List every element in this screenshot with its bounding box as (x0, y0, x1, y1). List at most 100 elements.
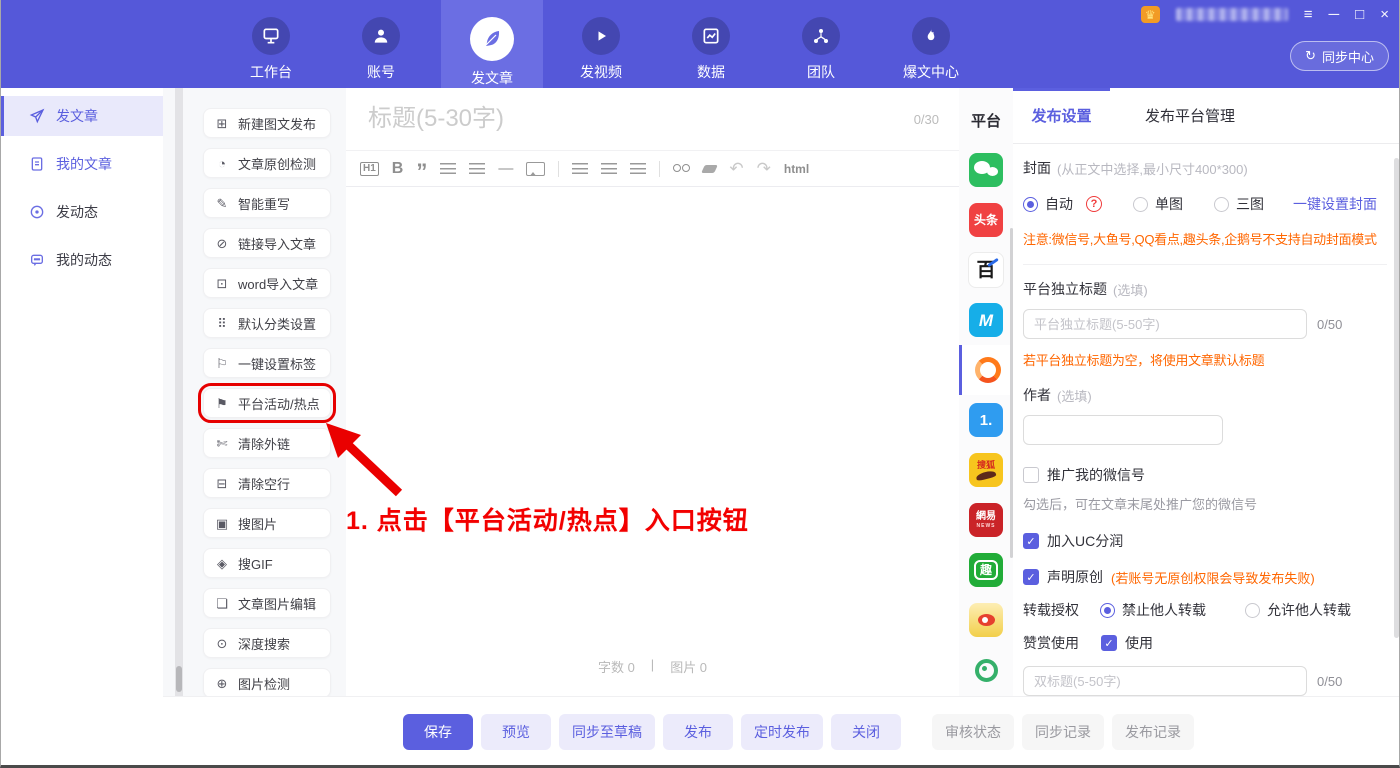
close-button[interactable]: 关闭 (831, 714, 901, 750)
sync-record-button[interactable]: 同步记录 (1022, 714, 1104, 750)
nav-tab-data[interactable]: 数据 (671, 0, 751, 102)
nav-tab-hot-center[interactable]: 爆文中心 (891, 0, 971, 102)
double-title-input[interactable] (1023, 666, 1307, 696)
tab-publish-settings[interactable]: 发布设置 (1013, 88, 1110, 143)
promote-hint: 勾选后，可在文章末尾处推广您的微信号 (1023, 494, 1387, 513)
platform-yidian[interactable]: 1. (959, 395, 1013, 445)
save-button[interactable]: 保存 (403, 714, 473, 750)
scrollbar-thumb[interactable] (176, 666, 182, 692)
minimize-icon[interactable]: ─ (1329, 7, 1340, 22)
help-icon[interactable]: ? (1086, 196, 1102, 212)
platform-weibo[interactable] (959, 595, 1013, 645)
nav-tab-account[interactable]: 账号 (341, 0, 421, 102)
align-left-icon[interactable] (572, 163, 588, 174)
align-center-icon[interactable] (601, 163, 617, 174)
toolbar-divider (659, 161, 660, 177)
clear-format-icon[interactable] (701, 165, 718, 173)
radio-allow-repost[interactable] (1245, 603, 1260, 618)
tool-search-gif-button[interactable]: ◈搜GIF (203, 548, 331, 578)
radio-forbid-repost[interactable] (1100, 603, 1115, 618)
edit-image-icon: ❏ (215, 597, 229, 610)
platform-title-input[interactable] (1023, 309, 1307, 339)
double-title-counter: 0/50 (1317, 674, 1342, 689)
trash-icon: ⊟ (215, 477, 229, 490)
nav-tab-publish-video[interactable]: 发视频 (561, 0, 641, 102)
platform-baijiahao[interactable]: 百 (959, 245, 1013, 295)
review-status-button[interactable]: 审核状态 (932, 714, 1014, 750)
radio-three-images[interactable] (1214, 197, 1229, 212)
tool-clear-empty-lines-button[interactable]: ⊟清除空行 (203, 468, 331, 498)
platform-title-label: 平台独立标题 (1023, 279, 1107, 299)
tool-originality-check-button[interactable]: ◔文章原创检测 (203, 148, 331, 178)
platform-toutiao[interactable]: 头条 (959, 195, 1013, 245)
tab-platform-management[interactable]: 发布平台管理 (1110, 91, 1270, 143)
sync-center-label: 同步中心 (1322, 47, 1374, 66)
blockquote-icon[interactable]: ” (416, 168, 427, 177)
radio-auto[interactable] (1023, 197, 1038, 212)
platform-qutoutiao[interactable]: 趣 (959, 545, 1013, 595)
tool-image-check-button[interactable]: ⊕图片检测 (203, 668, 331, 696)
platform-blue-m[interactable]: M (959, 295, 1013, 345)
tool-smart-rewrite-button[interactable]: ✎智能重写 (203, 188, 331, 218)
sidebar-label: 我的动态 (56, 250, 112, 270)
nav-tab-workbench[interactable]: 工作台 (231, 0, 311, 102)
heading-icon[interactable]: H1 (360, 162, 379, 176)
publish-button[interactable]: 发布 (663, 714, 733, 750)
uc-share-checkbox[interactable]: ✓ (1023, 533, 1039, 549)
publish-record-button[interactable]: 发布记录 (1112, 714, 1194, 750)
original-checkbox[interactable]: ✓ (1023, 569, 1039, 585)
ordered-list-icon[interactable] (440, 163, 456, 174)
align-right-icon[interactable] (630, 163, 646, 174)
close-icon[interactable]: × (1380, 7, 1389, 22)
platform-wechat[interactable] (959, 145, 1013, 195)
html-source-icon[interactable]: html (784, 163, 809, 175)
one-click-cover-link[interactable]: 一键设置封面 (1293, 194, 1377, 214)
unordered-list-icon[interactable] (469, 163, 485, 174)
tools-scrollbar[interactable] (175, 88, 183, 696)
article-title-input[interactable] (366, 104, 904, 134)
sidebar-item-publish-moment[interactable]: 发动态 (1, 192, 163, 232)
insert-image-icon[interactable] (526, 162, 545, 176)
promote-label: 推广我的微信号 (1047, 465, 1145, 485)
tool-image-edit-button[interactable]: ❏文章图片编辑 (203, 588, 331, 618)
platform-uc-selected[interactable] (959, 345, 1013, 395)
maximize-icon[interactable]: □ (1355, 7, 1364, 22)
reward-checkbox[interactable]: ✓ (1101, 635, 1117, 651)
uc-share-label: 加入UC分润 (1047, 531, 1123, 551)
find-replace-icon[interactable] (673, 164, 690, 173)
sidebar-item-my-moments[interactable]: 我的动态 (1, 240, 163, 280)
sidebar-item-my-articles[interactable]: 我的文章 (1, 144, 163, 184)
settings-scrollbar[interactable] (1394, 158, 1399, 638)
promote-checkbox[interactable] (1023, 467, 1039, 483)
author-input[interactable] (1023, 415, 1223, 445)
document-icon (29, 156, 46, 172)
tool-platform-activity-button[interactable]: ⚑平台活动/热点 (203, 388, 331, 418)
promote-row: 推广我的微信号 (1023, 465, 1387, 485)
nav-tab-team[interactable]: 团队 (781, 0, 861, 102)
tool-set-tags-button[interactable]: ⚐一键设置标签 (203, 348, 331, 378)
tool-search-image-button[interactable]: ▣搜图片 (203, 508, 331, 538)
tool-link-import-button[interactable]: ⊘链接导入文章 (203, 228, 331, 258)
sync-draft-button[interactable]: 同步至草稿 (559, 714, 655, 750)
radio-single-image[interactable] (1133, 197, 1148, 212)
sidebar-item-publish-article[interactable]: 发文章 (1, 96, 163, 136)
tool-deep-search-button[interactable]: ⊙深度搜索 (203, 628, 331, 658)
menu-icon[interactable]: ≡ (1304, 7, 1313, 22)
platforms-header: 平台 (959, 88, 1013, 131)
redo-icon[interactable]: ↷ (757, 160, 771, 177)
tool-new-article-button[interactable]: ⊞新建图文发布 (203, 108, 331, 138)
platform-netease[interactable]: 網易NEWS (959, 495, 1013, 545)
thumb-icon: ✄ (215, 437, 229, 450)
tool-default-category-button[interactable]: ⠿默认分类设置 (203, 308, 331, 338)
tool-clear-external-links-button[interactable]: ✄清除外链 (203, 428, 331, 458)
platform-green-eye[interactable] (959, 645, 1013, 695)
scheduled-publish-button[interactable]: 定时发布 (741, 714, 823, 750)
undo-icon[interactable]: ↶ (729, 160, 743, 177)
sync-center-button[interactable]: ↻ 同步中心 (1290, 41, 1389, 71)
preview-button[interactable]: 预览 (481, 714, 551, 750)
horizontal-rule-icon[interactable]: — (498, 161, 513, 176)
platform-sohu[interactable]: 搜狐 (959, 445, 1013, 495)
bold-icon[interactable]: B (392, 161, 404, 177)
tool-word-import-button[interactable]: ⊡word导入文章 (203, 268, 331, 298)
nav-label: 团队 (781, 62, 861, 82)
